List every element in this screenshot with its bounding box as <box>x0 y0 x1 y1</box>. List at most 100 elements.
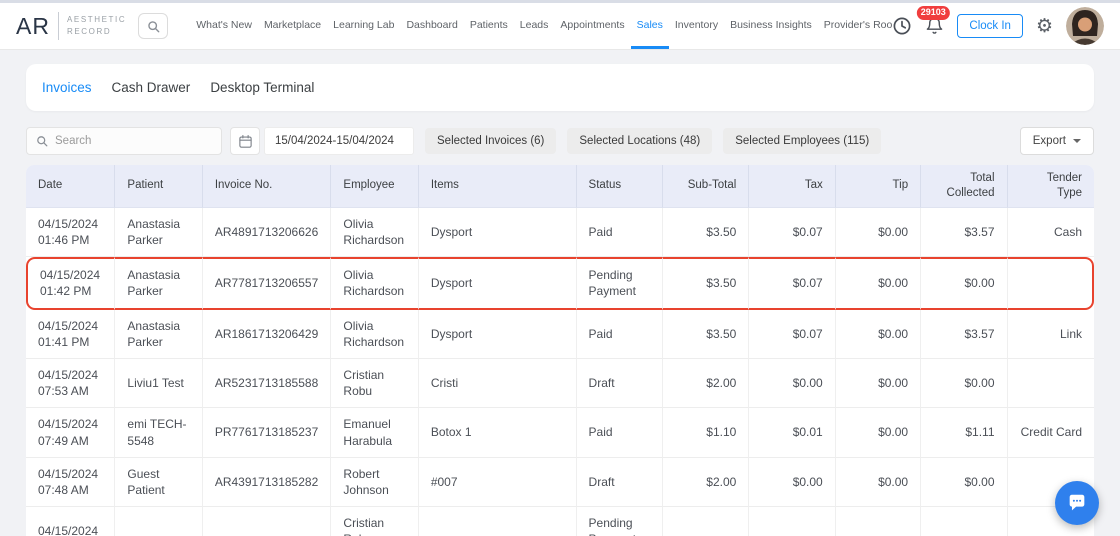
invoice-row[interactable]: 04/15/2024 01:46 PM Anastasia Parker AR489… <box>26 207 1094 258</box>
column-header-status: Status <box>576 165 663 208</box>
cell-employee: Cristian Robu <box>331 507 419 536</box>
cell-items: Dysport <box>418 257 577 310</box>
column-header-patient: Patient <box>115 165 203 208</box>
column-header-invoice-no: Invoice No. <box>202 165 332 208</box>
nav-item-dashboard[interactable]: Dashboard <box>400 3 463 49</box>
cell-invoice-no: AR5231713185588 <box>202 359 332 409</box>
cell-items: #007 <box>418 457 577 508</box>
invoice-row[interactable]: 04/15/2024 Cristian Robu Pending Payment <box>26 507 1094 536</box>
cell-tip: $0.00 <box>835 309 922 359</box>
filter-chip-selected-invoices-6[interactable]: Selected Invoices (6) <box>425 128 557 154</box>
cell-patient: Anastasia Parker <box>115 207 203 258</box>
cell-tip: $0.00 <box>835 359 922 409</box>
cell-total-collected <box>921 507 1008 536</box>
cell-total-collected: $1.11 <box>921 408 1008 458</box>
date-range-input[interactable] <box>264 127 414 155</box>
cell-items: Dysport <box>418 309 577 359</box>
nav-item-provider-s-room[interactable]: Provider's Room <box>818 3 893 49</box>
clock-in-button[interactable]: Clock In <box>957 14 1023 38</box>
cell-total-collected: $3.57 <box>921 309 1008 359</box>
cell-status: Draft <box>576 359 663 409</box>
nav-item-leads[interactable]: Leads <box>514 3 555 49</box>
brand-name-top: AESTHETIC <box>66 15 127 24</box>
cell-items: Cristi <box>418 359 577 409</box>
chat-bubble-icon <box>1066 492 1088 514</box>
cell-tip: $0.00 <box>835 257 922 310</box>
cell-items: Dysport <box>418 207 577 258</box>
sales-tabs: Invoices Cash Drawer Desktop Terminal <box>42 80 314 95</box>
nav-item-learning-lab[interactable]: Learning Lab <box>327 3 400 49</box>
nav-item-business-insights[interactable]: Business Insights <box>724 3 818 49</box>
cell-date: 04/15/2024 07:53 AM <box>26 359 116 409</box>
tab-invoices[interactable]: Invoices <box>42 80 92 95</box>
cell-status: Pending Payment <box>576 257 663 310</box>
invoice-row[interactable]: 04/15/2024 01:41 PM Anastasia Parker AR186… <box>26 309 1094 359</box>
cell-sub-total <box>663 507 750 536</box>
nav-item-marketplace[interactable]: Marketplace <box>258 3 327 49</box>
invoice-row[interactable]: 04/15/2024 07:49 AM emi TECH-5548 PR776171… <box>26 408 1094 458</box>
search-icon <box>36 135 48 147</box>
cell-tender-type <box>1007 359 1094 409</box>
logo-divider <box>57 12 59 40</box>
cell-employee: Olivia Richardson <box>331 257 419 310</box>
topbar-right: 29103 Clock In ⚙ <box>892 6 1104 45</box>
invoice-row[interactable]: 04/15/2024 07:48 AM Guest Patient AR439171… <box>26 457 1094 508</box>
cell-sub-total: $3.50 <box>662 309 750 359</box>
tab-cash-drawer[interactable]: Cash Drawer <box>112 80 191 95</box>
cell-employee: Emanuel Harabula <box>331 408 419 458</box>
avatar[interactable] <box>1066 7 1104 45</box>
cell-sub-total: $2.00 <box>662 457 750 508</box>
notifications-button[interactable]: 29103 <box>916 6 950 36</box>
chat-launcher-button[interactable] <box>1055 481 1099 525</box>
table-body: 04/15/2024 01:46 PM Anastasia Parker AR489… <box>26 207 1094 536</box>
cell-sub-total: $2.00 <box>662 359 750 409</box>
search-input[interactable] <box>55 135 212 147</box>
cell-invoice-no: AR7781713206557 <box>202 257 332 310</box>
cell-tender-type: Link <box>1007 310 1094 359</box>
logo-mark: AR <box>16 12 50 39</box>
tab-desktop-terminal[interactable]: Desktop Terminal <box>210 80 314 95</box>
cell-total-collected: $0.00 <box>921 457 1008 508</box>
gear-icon[interactable]: ⚙ <box>1036 16 1053 36</box>
filter-chip-selected-employees-115[interactable]: Selected Employees (115) <box>723 128 882 154</box>
search-icon <box>147 20 160 33</box>
global-search-button[interactable] <box>138 13 169 39</box>
column-header-tender-type: Tender Type <box>1007 165 1094 208</box>
column-header-tip: Tip <box>835 165 922 208</box>
notification-badge: 29103 <box>916 6 950 20</box>
sales-tabs-card: Invoices Cash Drawer Desktop Terminal <box>26 64 1094 111</box>
nav-item-patients[interactable]: Patients <box>464 3 514 49</box>
cell-employee: Olivia Richardson <box>331 309 419 359</box>
invoice-search[interactable] <box>26 127 222 155</box>
cell-tender-type: Cash <box>1007 208 1094 258</box>
time-clock-icon[interactable] <box>892 16 912 36</box>
cell-date: 04/15/2024 01:41 PM <box>26 309 116 359</box>
export-label: Export <box>1032 135 1066 147</box>
app-logo[interactable]: AR AESTHETIC RECORD <box>16 12 126 40</box>
cell-tax: $0.07 <box>749 257 836 310</box>
column-header-date: Date <box>26 165 116 208</box>
export-button[interactable]: Export <box>1019 127 1094 155</box>
invoice-row[interactable]: 04/15/2024 07:53 AM Liviu1 Test AR52317131… <box>26 359 1094 409</box>
cell-employee: Robert Johnson <box>331 457 419 508</box>
cell-tax: $0.07 <box>749 309 836 359</box>
column-header-items: Items <box>418 165 577 208</box>
calendar-button[interactable] <box>230 127 260 155</box>
cell-tip: $0.00 <box>835 207 922 258</box>
nav-item-inventory[interactable]: Inventory <box>669 3 724 49</box>
cell-tip: $0.00 <box>835 457 922 508</box>
cell-sub-total: $1.10 <box>662 408 750 458</box>
cell-sub-total: $3.50 <box>662 257 750 310</box>
cell-employee: Olivia Richardson <box>331 207 419 258</box>
cell-total-collected: $0.00 <box>921 257 1008 310</box>
nav-item-sales[interactable]: Sales <box>630 3 669 49</box>
nav-item-appointments[interactable]: Appointments <box>554 3 630 49</box>
nav-item-what-s-new[interactable]: What's New <box>190 3 258 49</box>
cell-items <box>419 507 577 536</box>
cell-date: 04/15/2024 <box>26 507 116 536</box>
cell-total-collected: $0.00 <box>921 359 1008 409</box>
cell-patient: emi TECH-5548 <box>115 408 203 458</box>
filter-chip-selected-locations-48[interactable]: Selected Locations (48) <box>567 128 713 154</box>
cell-status: Paid <box>576 408 663 458</box>
invoice-row[interactable]: 04/15/2024 01:42 PM Anastasia Parker AR778… <box>26 257 1094 310</box>
